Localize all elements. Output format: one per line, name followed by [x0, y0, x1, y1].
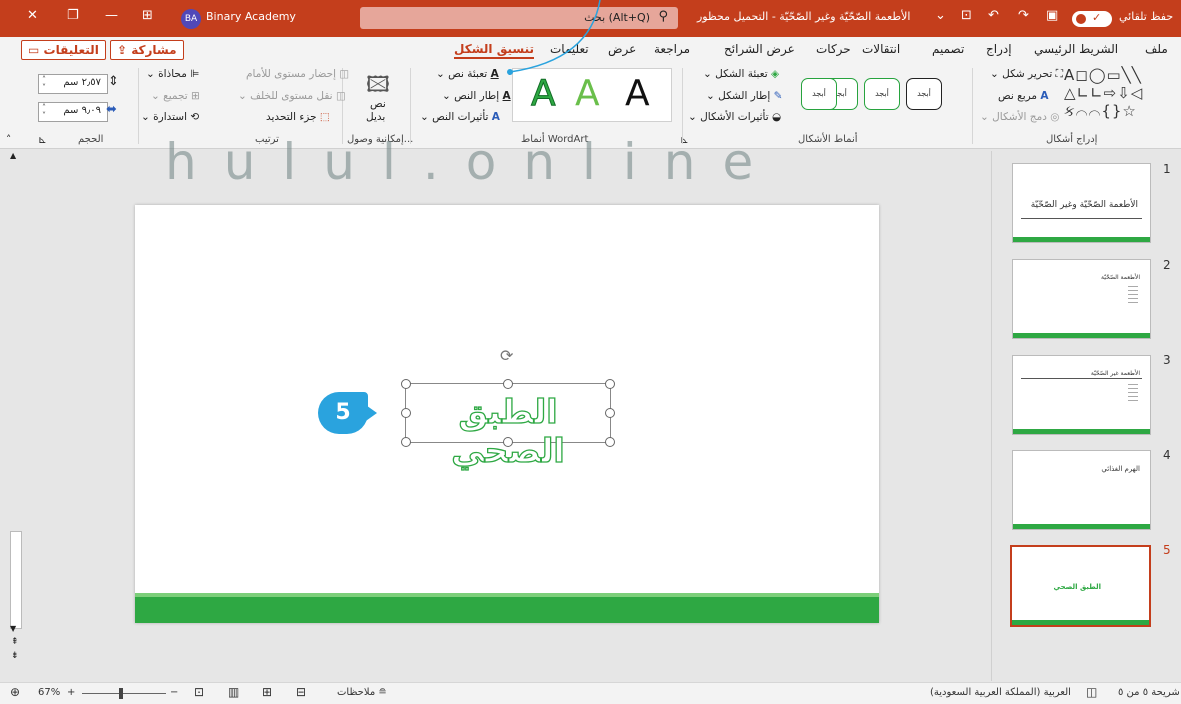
slide-title-text[interactable]: الطبق الصحي	[406, 391, 610, 470]
slide-thumbnail-1[interactable]: الأطعمة الصّحّيّة وغير الصّحّيّة	[1012, 163, 1151, 243]
thumbnail-number: 5	[1163, 543, 1171, 557]
save-icon[interactable]: ▣	[1046, 8, 1058, 23]
vertical-scrollbar[interactable]: ▲ ▼ ⇞ ⇟	[9, 151, 22, 666]
group-label-shape-styles: أنماط الأشكال	[798, 134, 858, 145]
shape-style-1[interactable]: أبجد	[906, 78, 942, 110]
tab-home[interactable]: الشريط الرئيسي	[1034, 42, 1118, 56]
watermark-text: hulul.online	[165, 133, 781, 191]
tab-review[interactable]: مراجعة	[654, 42, 690, 56]
wordart-style-black[interactable]: A	[625, 73, 650, 114]
alt-text-label-2[interactable]: بديل	[366, 111, 385, 123]
selection-pane-button[interactable]: جزء التحديد ⬚	[266, 111, 330, 123]
annotation-pointer-line	[507, 0, 601, 75]
tab-insert[interactable]: إدراج	[986, 42, 1012, 56]
edit-shape-button[interactable]: ⌄ تحرير شكل ⛶	[990, 68, 1063, 81]
customize-qat-icon[interactable]: ⌄	[935, 8, 946, 23]
autosave-label: حفظ تلقائي	[1119, 10, 1174, 23]
comments-button[interactable]: ▭ التعليقات	[21, 40, 106, 60]
slide-band	[135, 597, 879, 623]
shape-style-2[interactable]: أبجد	[864, 78, 900, 110]
autosave-toggle[interactable]: ✓	[1072, 11, 1112, 27]
send-backward-button[interactable]: ⌄ نقل مستوى للخلف ◫	[238, 90, 346, 102]
group-label-insert-shapes: إدراج أشكال	[1046, 134, 1098, 145]
ribbon-display-icon[interactable]: ⊞	[142, 8, 153, 23]
alt-text-label-1[interactable]: نص	[370, 98, 386, 110]
align-button[interactable]: ⌄ محاذاة ⊫	[146, 68, 199, 80]
slide-count: شريحة ٥ من ٥	[1118, 687, 1180, 698]
restore-icon[interactable]: ❐	[67, 8, 79, 23]
thumbnail-number: 2	[1163, 258, 1171, 272]
group-button[interactable]: ⌄ تجميع ⊞	[151, 90, 200, 102]
fit-to-window-icon[interactable]: ⊕	[10, 685, 20, 699]
accessibility-check-icon[interactable]: ◫	[1086, 685, 1097, 699]
next-slide-icon[interactable]: ⇟	[11, 651, 19, 661]
tab-animations[interactable]: حركات	[816, 42, 851, 56]
shape-fill-button[interactable]: ⌄ تعبئة الشكل ◈	[703, 68, 779, 80]
zoom-slider[interactable]	[82, 693, 166, 694]
slideshow-view-icon[interactable]: ⊡	[194, 685, 204, 699]
size-launcher-icon[interactable]: ⊾	[38, 134, 47, 146]
shape-style-4[interactable]: أبجد	[801, 78, 837, 110]
rotate-handle-icon[interactable]: ⟳	[500, 346, 513, 365]
language-indicator[interactable]: العربية (المملكة العربية السعودية)	[930, 687, 1071, 698]
tab-design[interactable]: تصميم	[932, 42, 964, 56]
avatar[interactable]: BA	[181, 9, 201, 29]
shape-effects-button[interactable]: ⌄ تأثيرات الأشكال ◒	[688, 111, 781, 123]
notes-button[interactable]: ملاحظات ≘	[337, 687, 387, 698]
text-outline-button[interactable]: ⌄ إطار النص A	[442, 90, 511, 102]
thumbnail-number: 1	[1163, 162, 1171, 176]
undo-icon[interactable]: ↶	[988, 8, 999, 23]
step-callout: 5	[318, 392, 368, 434]
thumbnail-number: 4	[1163, 448, 1171, 462]
tab-transitions[interactable]: انتقالات	[862, 42, 900, 56]
text-box-button[interactable]: مربع نص A	[998, 90, 1049, 102]
zoom-level[interactable]: 67%	[38, 687, 60, 698]
width-icon: ⬌	[106, 102, 117, 117]
zoom-in-icon[interactable]: +	[67, 687, 75, 698]
reading-view-icon[interactable]: ▥	[228, 685, 239, 699]
user-name[interactable]: Binary Academy	[206, 10, 296, 23]
tab-slideshow[interactable]: عرض الشرائح	[724, 42, 795, 56]
rotate-button[interactable]: ⌄ استدارة ⟲	[141, 111, 199, 123]
height-icon: ⇕	[108, 74, 119, 89]
slide-thumbnail-3[interactable]: الأطعمة غير الصّحّيّة	[1012, 355, 1151, 435]
redo-icon[interactable]: ↷	[1018, 8, 1029, 23]
minimize-icon[interactable]: —	[105, 8, 118, 23]
bring-forward-button[interactable]: إحضار مستوى للأمام ◫	[246, 68, 349, 80]
merge-shapes-button[interactable]: ⌄ دمج الأشكال ◎	[980, 111, 1059, 123]
presenter-view-icon[interactable]: ⊟	[296, 685, 306, 699]
tab-file[interactable]: ملف	[1145, 42, 1168, 56]
thumbnail-number: 3	[1163, 353, 1171, 367]
slide-sorter-icon[interactable]: ⊞	[262, 685, 272, 699]
share-button[interactable]: ⇪ مشاركة	[110, 40, 184, 60]
group-label-size: الحجم	[78, 134, 104, 145]
prev-slide-icon[interactable]: ⇞	[11, 637, 19, 647]
slide-thumbnail-2[interactable]: الأطعمة الصّحّيّة	[1012, 259, 1151, 339]
selected-text-box[interactable]: الطبق الصحي	[401, 379, 615, 471]
close-icon[interactable]: ✕	[27, 8, 38, 23]
width-field[interactable]: ˄ ˅ ٩٫٠٩ سم	[38, 102, 108, 122]
present-icon[interactable]: ⊡	[961, 8, 972, 23]
slide-thumbnail-4[interactable]: الهرم الغذائي	[1012, 450, 1151, 530]
height-field[interactable]: ˄ ˅ ٢٫٥٧ سم	[38, 74, 108, 94]
search-icon: ⚲	[658, 9, 668, 24]
shapes-gallery-icon[interactable]: A◻◯▭╲╲ △∟∟⇨⇩◁ ક⌒⌒{}☆	[1064, 66, 1143, 120]
slide-thumbnail-5[interactable]: الطبق الصحي	[1010, 545, 1151, 627]
status-bar: شريحة ٥ من ٥ ◫ العربية (المملكة العربية …	[0, 682, 1181, 704]
collapse-ribbon-icon[interactable]: ˄	[6, 134, 11, 146]
text-effects-button[interactable]: ⌄ تأثيرات النص A	[420, 111, 500, 123]
zoom-slider-knob[interactable]	[119, 688, 123, 699]
shape-outline-button[interactable]: ⌄ إطار الشكل ✎	[706, 90, 782, 102]
zoom-out-icon[interactable]: −	[170, 687, 178, 698]
scroll-thumb[interactable]	[10, 531, 22, 629]
document-title: الأطعمة الصّحّيّة وغير الصّحّيّة - التحم…	[697, 10, 911, 23]
